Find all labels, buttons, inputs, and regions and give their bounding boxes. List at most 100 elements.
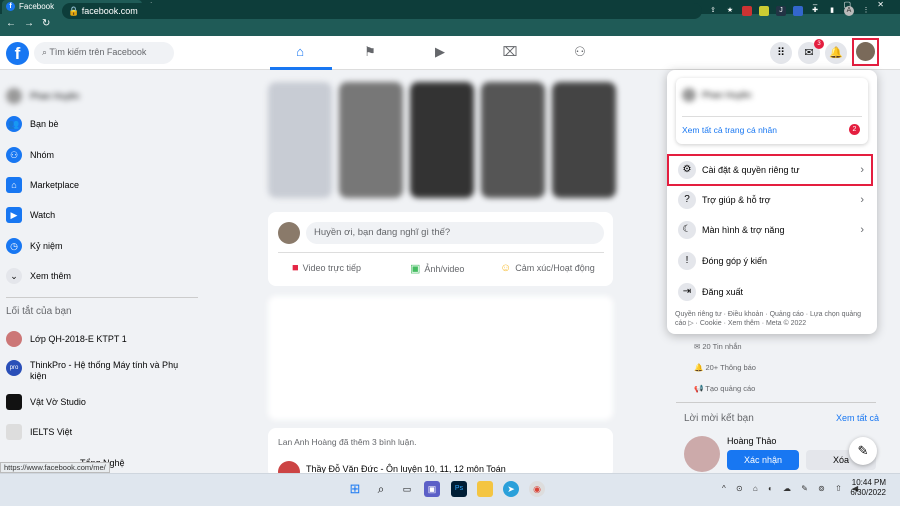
windows-start-icon[interactable]: ⊞	[347, 481, 363, 497]
photo-icon: ▣	[410, 263, 421, 275]
search-icon[interactable]: ⌕	[373, 481, 389, 497]
chevron-down-icon: ⌄	[6, 268, 22, 284]
avatar	[856, 42, 875, 61]
studio-logo	[6, 394, 22, 410]
bell-icon[interactable]: 🔔	[825, 42, 847, 64]
extension-icon[interactable]	[759, 6, 769, 16]
watch-icon[interactable]: ▶	[410, 44, 470, 60]
suggestions-card[interactable]	[268, 296, 613, 420]
shortcut-item[interactable]: Lớp QH-2018-E KTPT 1	[6, 329, 127, 349]
create-ad-label: Tạo quảng cáo	[705, 384, 756, 393]
menu-grid-icon[interactable]: ⠿	[770, 42, 792, 64]
shortcut-label: IELTS Việt	[30, 427, 73, 437]
chevron-right-icon: ›	[860, 194, 864, 206]
shortcut-item[interactable]: Vật Vờ Studio	[6, 392, 86, 412]
divider	[676, 402, 876, 403]
sidebar-item-groups[interactable]: ⚇ Nhóm	[6, 145, 54, 165]
shortcut-item[interactable]: pro ThinkPro - Hệ thống Máy tính và Phụ k…	[6, 360, 196, 384]
extension-icon[interactable]: J	[776, 6, 786, 16]
sidebar-item-label: Bạn bè	[30, 119, 59, 129]
composer-input[interactable]: Huyền ơi, bạn đang nghĩ gì thế?	[306, 222, 604, 244]
messages-count: 20 Tin nhắn	[702, 342, 742, 351]
forward-icon[interactable]: →	[24, 18, 34, 29]
chevron-right-icon: ›	[860, 224, 864, 236]
sidebar-item-see-more[interactable]: ⌄ Xem thêm	[6, 266, 71, 286]
home-icon[interactable]: ⌂	[270, 44, 330, 59]
clock[interactable]: 10:44 PM 6/30/2022	[850, 478, 886, 498]
divider	[6, 297, 198, 298]
flag-icon[interactable]: ⚑	[340, 44, 400, 60]
task-view-icon[interactable]: ▭	[399, 481, 415, 497]
shortcut-item[interactable]: IELTS Việt	[6, 422, 72, 442]
extension-icon[interactable]	[742, 6, 752, 16]
photo-video-label: Ảnh/video	[424, 263, 465, 274]
menu-item-help[interactable]: ? Trợ giúp & hỗ trợ ›	[670, 186, 874, 214]
ielts-logo	[6, 424, 22, 440]
smiley-icon: ☺	[500, 262, 512, 274]
menu-item-logout[interactable]: ⇥ Đăng xuất	[670, 278, 874, 306]
live-video-button[interactable]: ■ Video trực tiếp	[292, 262, 361, 274]
stories-tray[interactable]	[268, 82, 616, 207]
back-icon[interactable]: ←	[6, 18, 16, 29]
megaphone-icon: 📢	[694, 384, 706, 393]
facebook-logo[interactable]: f	[6, 42, 29, 65]
profile-icon[interactable]: A	[844, 6, 854, 16]
avatar[interactable]	[278, 222, 300, 244]
share-icon[interactable]: ⇪	[708, 6, 718, 16]
see-all-link[interactable]: Xem tất cả	[836, 413, 879, 423]
sidebar-icon[interactable]: ▮	[827, 6, 837, 16]
sidebar-item-marketplace[interactable]: ⌂ Marketplace	[6, 175, 79, 195]
menu-item-display[interactable]: ☾ Màn hình & trợ năng ›	[670, 216, 874, 244]
teams-icon[interactable]: ▣	[424, 481, 440, 497]
friend-name[interactable]: Hoàng Thảo	[727, 436, 776, 446]
shortcut-label: Vật Vờ Studio	[30, 397, 86, 407]
photoshop-icon[interactable]: Ps	[451, 481, 467, 497]
search-placeholder: Tìm kiếm trên Facebook	[49, 47, 147, 57]
avatar[interactable]	[684, 436, 720, 472]
groups-icon[interactable]: ⚇	[550, 44, 610, 60]
avatar	[6, 88, 22, 104]
chrome-icon[interactable]: ◉	[529, 481, 545, 497]
puzzle-icon[interactable]: ✚	[810, 6, 820, 16]
create-ad-shortcut[interactable]: 📢 Tạo quảng cáo	[694, 384, 755, 393]
messages-shortcut[interactable]: ✉ 20 Tin nhắn	[694, 342, 742, 351]
photo-video-button[interactable]: ▣ Ảnh/video	[410, 262, 464, 275]
extension-icon[interactable]	[793, 6, 803, 16]
story-card[interactable]	[339, 82, 403, 198]
shortcuts-title: Lối tắt của bạn	[6, 306, 72, 317]
system-tray[interactable]: ^ ⊙ ⌂ ◐ ☁ ✎ ⊚ ⇧ ◀	[722, 484, 862, 493]
story-card[interactable]	[552, 82, 616, 198]
create-story-card[interactable]	[268, 82, 332, 198]
notifications-shortcut[interactable]: 🔔 20+ Thông báo	[694, 363, 756, 372]
tab-title: Facebook	[19, 2, 55, 11]
sidebar-item-watch[interactable]: ▶ Watch	[6, 205, 55, 225]
menu-item-feedback[interactable]: ! Đóng góp ý kiến	[670, 247, 874, 275]
extension-toolbar: ⇪ ★ J ✚ ▮ A ⋮	[708, 4, 871, 18]
bell-icon: 🔔	[694, 363, 706, 372]
sidebar-item-label: Nhóm	[30, 150, 55, 160]
star-icon[interactable]: ★	[725, 6, 735, 16]
sidebar-item-friends[interactable]: 👥 Bạn bè	[6, 114, 59, 134]
telegram-icon[interactable]: ➤	[503, 481, 519, 497]
facebook-favicon-icon: f	[6, 2, 15, 12]
marketplace-icon[interactable]: ⌧	[480, 44, 540, 60]
clock-icon: ◷	[6, 238, 22, 254]
sidebar-profile[interactable]: Phan Huyền	[6, 86, 80, 106]
new-message-icon[interactable]: ✎	[849, 437, 877, 465]
folder-icon[interactable]	[477, 481, 493, 497]
account-avatar-button[interactable]	[852, 38, 879, 66]
sidebar-item-memories[interactable]: ◷ Kỷ niệm	[6, 236, 63, 256]
see-all-profiles-link[interactable]: Xem tất cả trang cá nhân	[682, 125, 777, 135]
confirm-button[interactable]: Xác nhận	[727, 450, 799, 470]
feeling-button[interactable]: ☺ Cảm xúc/Hoạt động	[500, 262, 595, 274]
footer-links[interactable]: Quyền riêng tư · Điều khoản · Quảng cáo …	[675, 310, 870, 328]
story-card[interactable]	[481, 82, 545, 198]
url-input[interactable]: 🔒 facebook.com	[62, 3, 702, 19]
logout-icon: ⇥	[678, 283, 696, 301]
search-input[interactable]: ⌕ Tìm kiếm trên Facebook	[34, 42, 174, 64]
dropdown-profile-name: Phan Huyền	[702, 90, 752, 100]
menu-item-label: Trợ giúp & hỗ trợ	[702, 195, 771, 205]
reload-icon[interactable]: ↻	[42, 18, 50, 29]
story-card[interactable]	[410, 82, 474, 198]
menu-icon[interactable]: ⋮	[861, 6, 871, 16]
